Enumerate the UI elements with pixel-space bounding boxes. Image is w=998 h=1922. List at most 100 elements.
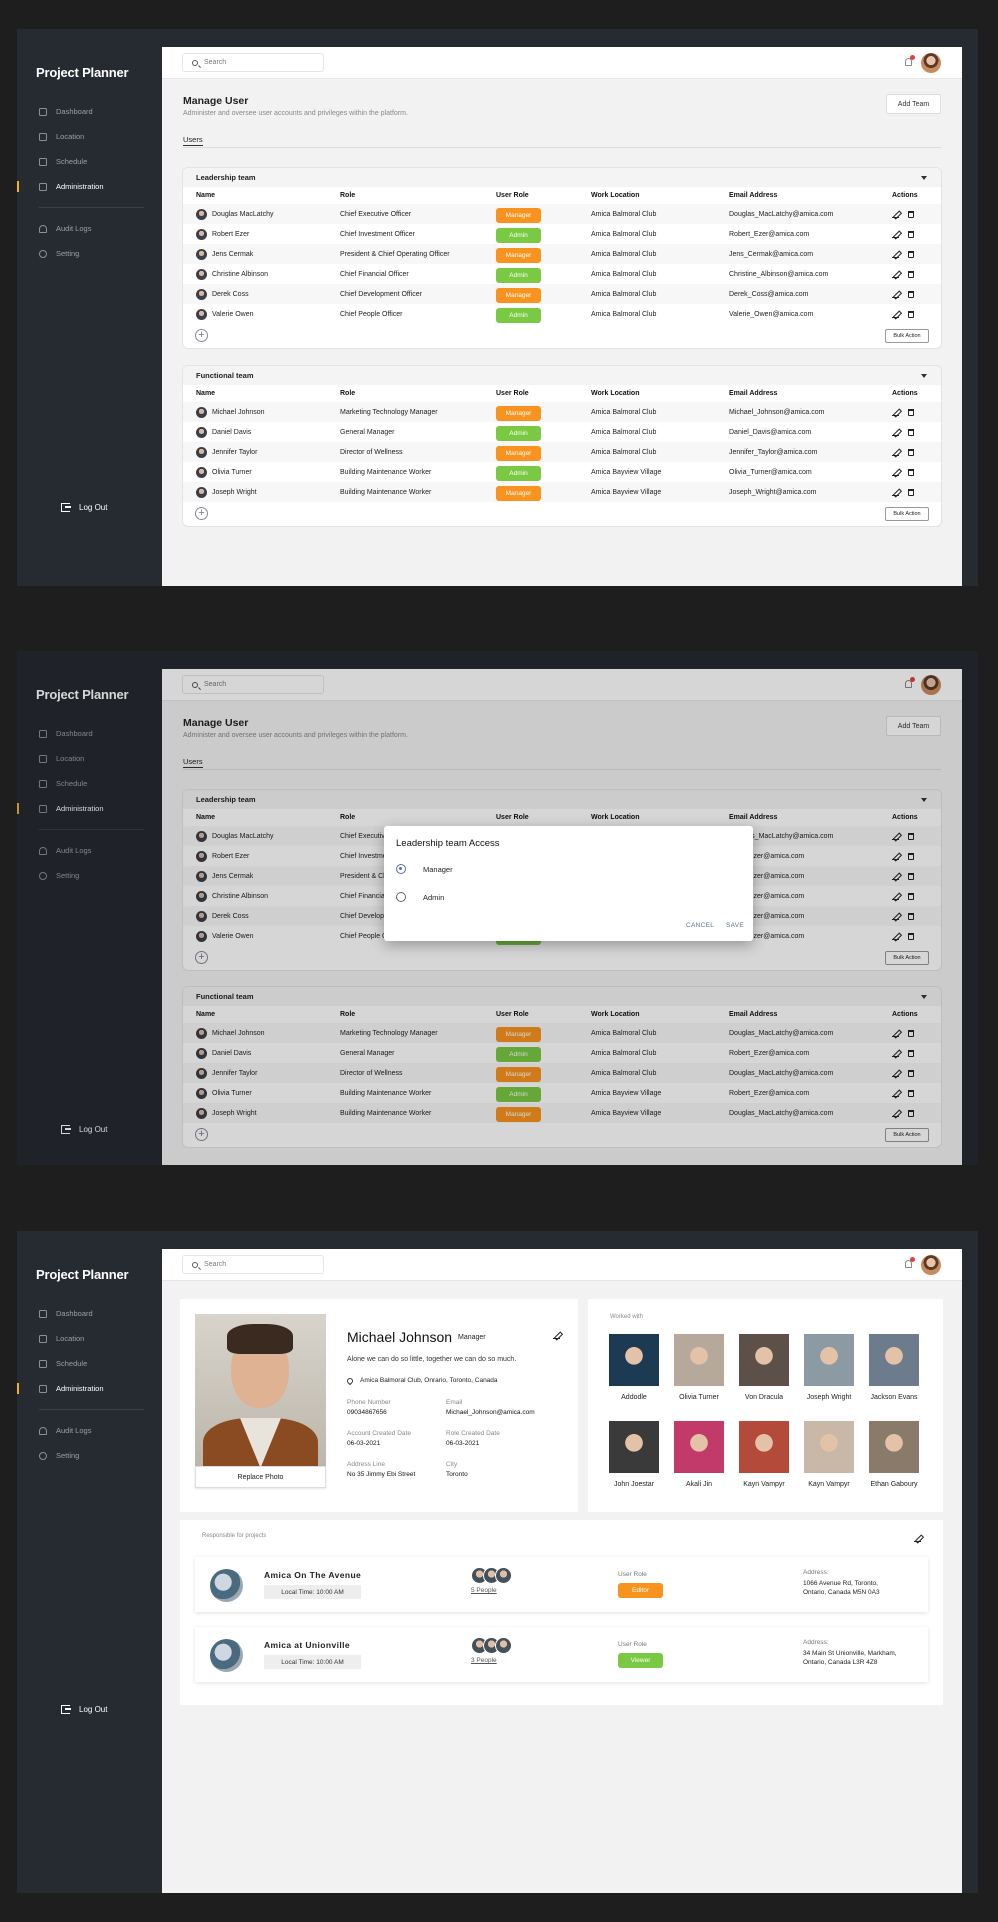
radio-admin[interactable]: Admin (396, 892, 444, 902)
role-badge[interactable]: Editor (618, 1583, 663, 1598)
trash-icon[interactable] (908, 290, 914, 298)
search-input[interactable]: Search (182, 1255, 324, 1274)
user-role-badge[interactable]: Manager (496, 445, 541, 461)
nav-setting[interactable]: Setting (17, 1443, 162, 1468)
worked-with-person[interactable]: Von Dracula (739, 1334, 789, 1401)
worked-with-person[interactable]: Jackson Evans (869, 1334, 919, 1401)
add-row-button[interactable]: + (195, 329, 208, 342)
trash-icon[interactable] (908, 230, 914, 238)
nav-audit-logs[interactable]: Audit Logs (17, 216, 162, 241)
worked-with-person[interactable]: Ethan Gaboury (869, 1421, 919, 1488)
nav-administration[interactable]: Administration (17, 1376, 162, 1401)
table-row[interactable]: Daniel Davis General Manager Admin Amica… (183, 422, 941, 442)
radio-manager[interactable]: Manager (396, 864, 453, 874)
edit-icon[interactable] (892, 211, 899, 218)
edit-icon[interactable] (892, 311, 899, 318)
edit-icon[interactable] (553, 1332, 560, 1339)
avatar[interactable] (921, 1255, 941, 1275)
edit-icon[interactable] (892, 449, 899, 456)
edit-icon[interactable] (892, 429, 899, 436)
user-role-badge[interactable]: Manager (496, 405, 541, 421)
people-link[interactable]: 5 People (471, 1587, 507, 1594)
table-row[interactable]: Douglas MacLatchy Chief Executive Office… (183, 204, 941, 224)
worked-with-person[interactable]: Akali Jin (674, 1421, 724, 1488)
add-team-button[interactable]: Add Team (886, 94, 941, 114)
bulk-action-button[interactable]: Bulk Action (885, 329, 929, 343)
user-role-badge[interactable]: Manager (496, 485, 541, 501)
worked-with-person[interactable]: John Joestar (609, 1421, 659, 1488)
edit-icon[interactable] (892, 231, 899, 238)
edit-icon[interactable] (914, 1535, 921, 1542)
active-indicator (17, 181, 19, 192)
worked-with-person[interactable]: Joseph Wright (804, 1334, 854, 1401)
edit-icon[interactable] (892, 409, 899, 416)
table-row[interactable]: Christine Albinson Chief Financial Offic… (183, 264, 941, 284)
edit-icon[interactable] (892, 271, 899, 278)
trash-icon[interactable] (908, 428, 914, 436)
nav-location[interactable]: Location (17, 1326, 162, 1351)
nav-dashboard[interactable]: Dashboard (17, 1301, 162, 1326)
tab-users[interactable]: Users (183, 135, 203, 146)
table-row[interactable]: Joseph Wright Building Maintenance Worke… (183, 482, 941, 502)
logout-button[interactable]: Log Out (61, 503, 107, 512)
role-badge[interactable]: Viewer (618, 1653, 663, 1668)
trash-icon[interactable] (908, 310, 914, 318)
user-role-badge[interactable]: Admin (496, 267, 541, 283)
nav-audit-logs[interactable]: Audit Logs (17, 1418, 162, 1443)
nav-setting[interactable]: Setting (17, 241, 162, 266)
project-row[interactable]: Amica On The Avenue Local Time: 10:00 AM… (195, 1557, 928, 1612)
replace-photo-button[interactable]: Replace Photo (195, 1466, 326, 1488)
trash-icon[interactable] (908, 448, 914, 456)
trash-icon[interactable] (908, 468, 914, 476)
caret-down-icon[interactable] (921, 374, 927, 378)
edit-icon[interactable] (892, 291, 899, 298)
nav-schedule[interactable]: Schedule (17, 149, 162, 174)
notification-icon[interactable] (905, 1257, 915, 1268)
table-row[interactable]: Jens Cermak President & Chief Operating … (183, 244, 941, 264)
project-row[interactable]: Amica at Unionville Local Time: 10:00 AM… (195, 1627, 928, 1682)
trash-icon[interactable] (908, 210, 914, 218)
trash-icon[interactable] (908, 250, 914, 258)
edit-icon[interactable] (892, 489, 899, 496)
edit-icon[interactable] (892, 251, 899, 258)
table-row[interactable]: Robert Ezer Chief Investment Officer Adm… (183, 224, 941, 244)
logout-button[interactable]: Log Out (61, 1705, 107, 1714)
save-button[interactable]: SAVE (726, 922, 744, 929)
add-row-button[interactable]: + (195, 507, 208, 520)
table-row[interactable]: Jennifer Taylor Director of Wellness Man… (183, 442, 941, 462)
worked-with-person[interactable]: Olivia Turner (674, 1334, 724, 1401)
card-header[interactable]: Leadership team (183, 168, 941, 187)
user-role-badge[interactable]: Manager (496, 207, 541, 223)
nav-schedule[interactable]: Schedule (17, 1351, 162, 1376)
trash-icon[interactable] (908, 270, 914, 278)
table-row[interactable]: Derek Coss Chief Development Officer Man… (183, 284, 941, 304)
nav-location[interactable]: Location (17, 124, 162, 149)
card-header[interactable]: Functional team (183, 366, 941, 385)
bulk-action-button[interactable]: Bulk Action (885, 507, 929, 521)
user-role-badge[interactable]: Admin (496, 465, 541, 481)
table-row[interactable]: Olivia Turner Building Maintenance Worke… (183, 462, 941, 482)
trash-icon[interactable] (908, 488, 914, 496)
people-link[interactable]: 3 People (471, 1657, 507, 1664)
nav-dashboard[interactable]: Dashboard (17, 99, 162, 124)
caret-down-icon[interactable] (921, 176, 927, 180)
user-role-badge[interactable]: Admin (496, 227, 541, 243)
search-input[interactable]: Search (182, 53, 324, 72)
table-row[interactable]: Michael Johnson Marketing Technology Man… (183, 402, 941, 422)
user-role-badge[interactable]: Manager (496, 287, 541, 303)
user-role-badge[interactable]: Admin (496, 307, 541, 323)
nav-administration[interactable]: Administration (17, 174, 162, 199)
avatar[interactable] (921, 53, 941, 73)
user-role-badge[interactable]: Manager (496, 247, 541, 263)
worked-with-person[interactable]: Kayn Vampyr (804, 1421, 854, 1488)
worked-with-person[interactable]: Kayn Vampyr (739, 1421, 789, 1488)
worked-with-person[interactable]: Addodle (609, 1334, 659, 1401)
radio-icon[interactable] (396, 892, 406, 902)
notification-icon[interactable] (905, 55, 915, 66)
cancel-button[interactable]: CANCEL (686, 922, 714, 929)
edit-icon[interactable] (892, 469, 899, 476)
trash-icon[interactable] (908, 408, 914, 416)
user-role-badge[interactable]: Admin (496, 425, 541, 441)
radio-selected-icon[interactable] (396, 864, 406, 874)
table-row[interactable]: Valerie Owen Chief People Officer Admin … (183, 304, 941, 324)
